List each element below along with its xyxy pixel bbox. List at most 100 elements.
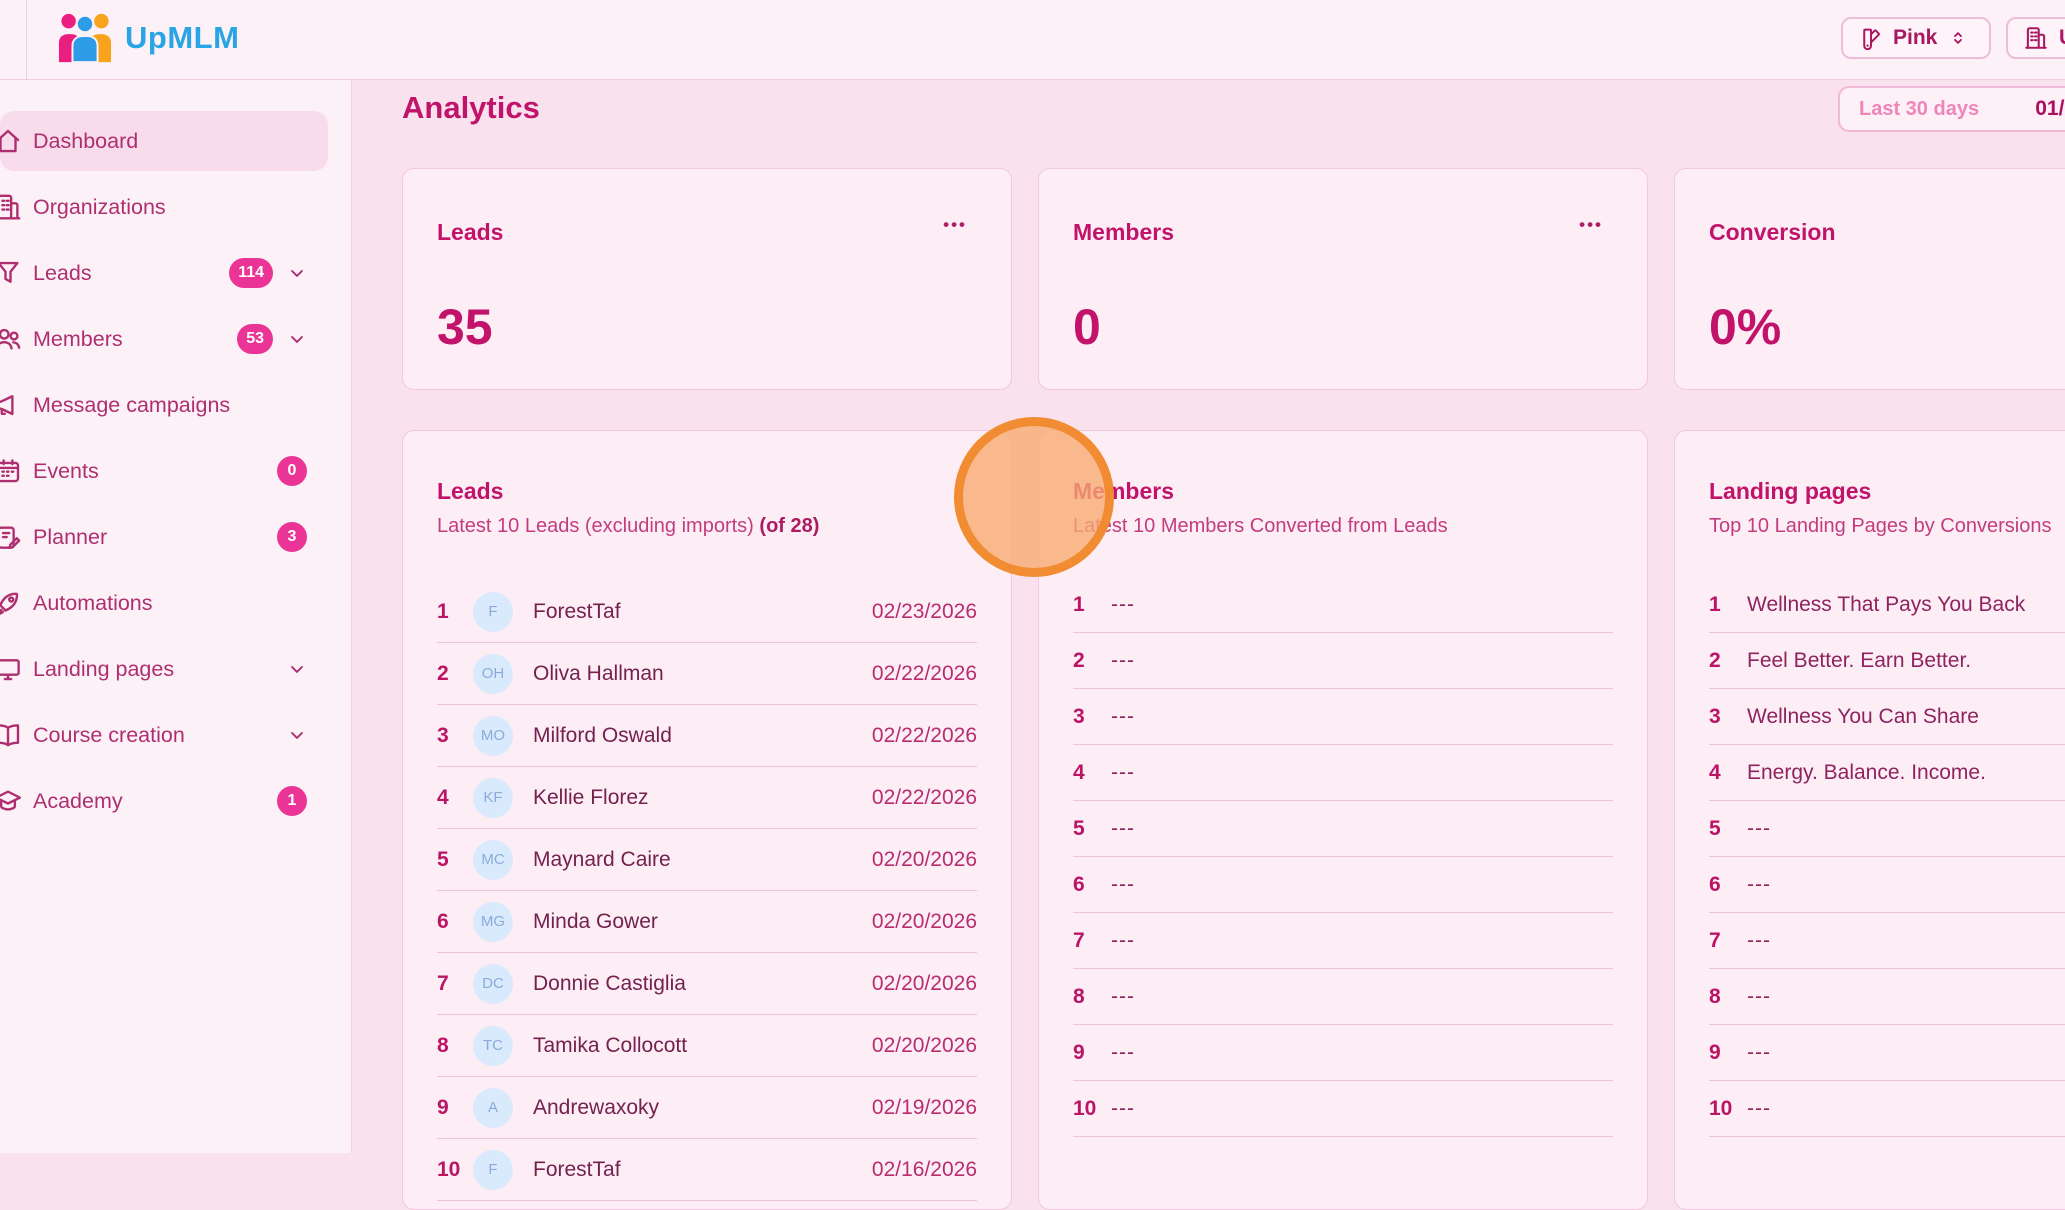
- landing-page-row[interactable]: 1 Wellness That Pays You Back: [1709, 577, 2065, 633]
- sidebar-item-dashboard[interactable]: Dashboard: [0, 111, 328, 171]
- avatar: MO: [473, 716, 513, 756]
- funnel-icon: [0, 257, 24, 289]
- sidebar-item-organizations[interactable]: Organizations: [0, 177, 351, 237]
- lead-name: Tamika Collocott: [533, 1034, 687, 1058]
- sidebar-item-message-campaigns[interactable]: Message campaigns: [0, 375, 351, 435]
- lead-date: 02/22/2026: [872, 786, 977, 810]
- ellipsis-menu-icon[interactable]: •••: [1579, 215, 1603, 235]
- sidebar-item-events[interactable]: Events 0: [0, 441, 351, 501]
- landing-page-placeholder: ---: [1747, 1041, 1771, 1065]
- lead-name: Minda Gower: [533, 910, 658, 934]
- lead-row[interactable]: 9 A Andrewaxoky 02/19/2026: [437, 1077, 977, 1139]
- row-rank: 6: [437, 910, 463, 934]
- leads-count-value: 35: [437, 302, 493, 352]
- row-rank: 7: [437, 972, 463, 996]
- landing-page-placeholder: ---: [1747, 1097, 1771, 1121]
- swatch-icon: [1858, 26, 1883, 51]
- landing-page-row[interactable]: 10 ---: [1709, 1081, 2065, 1137]
- top-header: UpMLM Pink U: [0, 0, 2065, 80]
- member-placeholder: ---: [1111, 873, 1135, 897]
- brand-logo[interactable]: UpMLM: [56, 11, 239, 65]
- member-row[interactable]: 4 ---: [1073, 745, 1613, 801]
- sidebar: Dashboard Organizations Leads 114: [0, 80, 352, 1153]
- sidebar-item-label: Leads: [33, 261, 92, 286]
- row-rank: 2: [1709, 649, 1735, 673]
- sidebar-item-label: Automations: [33, 591, 153, 616]
- member-placeholder: ---: [1111, 1041, 1135, 1065]
- lead-row[interactable]: 8 TC Tamika Collocott 02/20/2026: [437, 1015, 977, 1077]
- row-rank: 5: [437, 848, 463, 872]
- member-placeholder: ---: [1111, 649, 1135, 673]
- monitor-icon: [0, 653, 24, 685]
- sidebar-item-leads[interactable]: Leads 114: [0, 243, 351, 303]
- chevron-down-icon[interactable]: [287, 659, 307, 679]
- member-row[interactable]: 9 ---: [1073, 1025, 1613, 1081]
- organization-switcher-button[interactable]: U: [2006, 17, 2065, 59]
- landing-page-row[interactable]: 7 ---: [1709, 913, 2065, 969]
- lead-row[interactable]: 10 F ForestTaf 02/16/2026: [437, 1139, 977, 1201]
- landing-page-name: Wellness You Can Share: [1747, 705, 1979, 729]
- lead-row[interactable]: 3 MO Milford Oswald 02/22/2026: [437, 705, 977, 767]
- lead-row[interactable]: 1 F ForestTaf 02/23/2026: [437, 581, 977, 643]
- leads-rows: 1 F ForestTaf 02/23/2026 2 OH Oliva Hall…: [437, 581, 977, 1201]
- lead-row[interactable]: 6 MG Minda Gower 02/20/2026: [437, 891, 977, 953]
- brand-name: UpMLM: [125, 20, 239, 56]
- sidebar-item-course-creation[interactable]: Course creation: [0, 705, 351, 765]
- sidebar-item-landing-pages[interactable]: Landing pages: [0, 639, 351, 699]
- card-title: Conversion: [1709, 219, 1836, 246]
- lead-row[interactable]: 7 DC Donnie Castiglia 02/20/2026: [437, 953, 977, 1015]
- row-rank: 4: [1073, 761, 1099, 785]
- landing-page-placeholder: ---: [1747, 873, 1771, 897]
- row-rank: 8: [1073, 985, 1099, 1009]
- landing-page-row[interactable]: 9 ---: [1709, 1025, 2065, 1081]
- members-rows: 1 --- 2 --- 3 --- 4 --- 5 --- 6 --- 7 --…: [1073, 577, 1613, 1137]
- landing-page-placeholder: ---: [1747, 929, 1771, 953]
- landing-page-row[interactable]: 4 Energy. Balance. Income.: [1709, 745, 2065, 801]
- landing-page-row[interactable]: 5 ---: [1709, 801, 2065, 857]
- member-row[interactable]: 3 ---: [1073, 689, 1613, 745]
- member-row[interactable]: 7 ---: [1073, 913, 1613, 969]
- landing-page-row[interactable]: 2 Feel Better. Earn Better.: [1709, 633, 2065, 689]
- landing-page-row[interactable]: 3 Wellness You Can Share: [1709, 689, 2065, 745]
- member-row[interactable]: 2 ---: [1073, 633, 1613, 689]
- conversion-stat-card: Conversion 0%: [1674, 168, 2065, 390]
- avatar: KF: [473, 778, 513, 818]
- chevron-down-icon[interactable]: [287, 329, 307, 349]
- row-rank: 6: [1073, 873, 1099, 897]
- member-placeholder: ---: [1111, 1097, 1135, 1121]
- chevron-down-icon[interactable]: [287, 263, 307, 283]
- lead-row[interactable]: 4 KF Kellie Florez 02/22/2026: [437, 767, 977, 829]
- sidebar-item-label: Academy: [33, 789, 123, 814]
- member-placeholder: ---: [1111, 761, 1135, 785]
- avatar: OH: [473, 654, 513, 694]
- row-rank: 3: [1709, 705, 1735, 729]
- landing-page-placeholder: ---: [1747, 817, 1771, 841]
- row-rank: 8: [437, 1034, 463, 1058]
- sidebar-item-automations[interactable]: Automations: [0, 573, 351, 633]
- member-row[interactable]: 6 ---: [1073, 857, 1613, 913]
- landing-page-row[interactable]: 6 ---: [1709, 857, 2065, 913]
- member-row[interactable]: 5 ---: [1073, 801, 1613, 857]
- people-logo-icon: [56, 11, 114, 65]
- sidebar-item-members[interactable]: Members 53: [0, 309, 351, 369]
- row-rank: 8: [1709, 985, 1735, 1009]
- lead-row[interactable]: 5 MC Maynard Caire 02/20/2026: [437, 829, 977, 891]
- list-subtitle: Top 10 Landing Pages by Conversions: [1709, 515, 2051, 538]
- row-rank: 2: [1073, 649, 1099, 673]
- sidebar-item-label: Message campaigns: [33, 393, 230, 418]
- member-row[interactable]: 10 ---: [1073, 1081, 1613, 1137]
- member-placeholder: ---: [1111, 985, 1135, 1009]
- sidebar-item-planner[interactable]: Planner 3: [0, 507, 351, 567]
- date-range-picker[interactable]: Last 30 days 01/25/20: [1838, 86, 2065, 132]
- sidebar-item-academy[interactable]: Academy 1: [0, 771, 351, 831]
- chevron-down-icon[interactable]: [287, 725, 307, 745]
- megaphone-icon: [0, 389, 24, 421]
- theme-selector-button[interactable]: Pink: [1841, 17, 1991, 59]
- member-row[interactable]: 8 ---: [1073, 969, 1613, 1025]
- ellipsis-menu-icon[interactable]: •••: [943, 215, 967, 235]
- landing-page-row[interactable]: 8 ---: [1709, 969, 2065, 1025]
- member-row[interactable]: 1 ---: [1073, 577, 1613, 633]
- lead-row[interactable]: 2 OH Oliva Hallman 02/22/2026: [437, 643, 977, 705]
- lead-name: Maynard Caire: [533, 848, 671, 872]
- row-rank: 1: [1709, 593, 1735, 617]
